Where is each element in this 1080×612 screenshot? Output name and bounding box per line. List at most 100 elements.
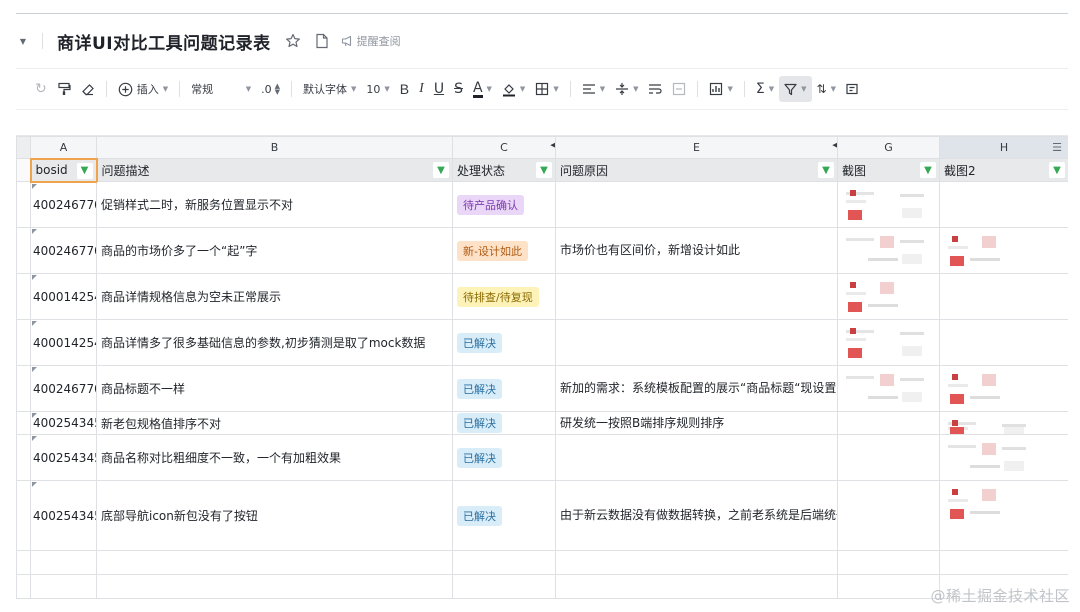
header-cell-status[interactable]: 处理状态 ▼ <box>452 158 556 182</box>
star-icon[interactable] <box>285 33 301 49</box>
collapse-arrow-icon[interactable]: ▼ <box>16 37 30 46</box>
insert-button[interactable]: 插入 ▼ <box>113 76 173 102</box>
empty-cell[interactable] <box>96 574 453 599</box>
screenshot-2-cell[interactable] <box>939 319 1068 366</box>
row-number[interactable] <box>16 411 31 435</box>
header-cell-reason[interactable]: 问题原因 ▼ <box>555 158 838 182</box>
description-cell[interactable]: 商品标题不一样 <box>96 365 453 412</box>
column-menu-icon[interactable]: ☰ <box>1052 141 1062 154</box>
empty-cell[interactable] <box>452 550 556 575</box>
screenshot-thumbnail[interactable] <box>840 322 937 363</box>
status-badge[interactable]: 新-设计如此 <box>457 240 528 261</box>
description-cell[interactable]: 底部导航icon新包没有了按钮 <box>96 480 453 551</box>
empty-cell[interactable] <box>30 574 97 599</box>
reason-cell[interactable] <box>555 273 838 320</box>
redo-button[interactable]: ↻ <box>30 76 52 102</box>
decimal-stepper[interactable]: .0 ▲ ▼ <box>256 76 285 102</box>
empty-cell[interactable] <box>837 550 940 575</box>
screenshot-cell[interactable] <box>837 434 940 481</box>
column-letter-b[interactable]: B <box>96 136 453 159</box>
screenshot-thumbnail[interactable] <box>840 276 937 317</box>
header-cell-screenshot-2[interactable]: 截图2 ▼ <box>939 158 1068 182</box>
status-cell[interactable]: 已解决 <box>452 411 556 435</box>
status-cell[interactable]: 待排查/待复现 <box>452 273 556 320</box>
empty-cell[interactable] <box>96 550 453 575</box>
filter-icon[interactable]: ▼ <box>433 162 449 178</box>
screenshot-thumbnail[interactable] <box>840 368 937 409</box>
status-badge[interactable]: 已解决 <box>457 413 502 433</box>
status-badge[interactable]: 已解决 <box>457 447 502 468</box>
filter-button[interactable]: ▼ <box>779 76 812 102</box>
filter-icon[interactable]: ▼ <box>536 162 552 178</box>
bosid-cell[interactable]: 400246770 <box>30 181 97 228</box>
row-number[interactable] <box>16 158 31 182</box>
screenshot-cell[interactable] <box>837 227 940 274</box>
description-cell[interactable]: 商品名称对比粗细度不一致，一个有加粗效果 <box>96 434 453 481</box>
screenshot-thumbnail[interactable] <box>942 437 1066 478</box>
screenshot-cell[interactable] <box>837 480 940 551</box>
empty-cell[interactable] <box>939 550 1068 575</box>
status-cell[interactable]: 已解决 <box>452 480 556 551</box>
screenshot-2-cell[interactable] <box>939 273 1068 320</box>
reason-cell[interactable] <box>555 319 838 366</box>
empty-cell[interactable] <box>16 574 31 599</box>
select-all-corner[interactable] <box>16 136 31 159</box>
empty-cell[interactable] <box>30 550 97 575</box>
document-info-icon[interactable] <box>315 33 329 49</box>
screenshot-thumbnail[interactable] <box>942 414 1066 434</box>
empty-cell[interactable] <box>16 550 31 575</box>
description-cell[interactable]: 商品详情多了很多基础信息的参数,初步猜测是取了mock数据 <box>96 319 453 366</box>
empty-cell[interactable] <box>452 574 556 599</box>
status-cell[interactable]: 新-设计如此 <box>452 227 556 274</box>
status-cell[interactable]: 已解决 <box>452 434 556 481</box>
formula-button[interactable]: Σ ▼ <box>751 76 779 102</box>
vertical-align-button[interactable]: ▼ <box>610 76 643 102</box>
column-letter-a[interactable]: A <box>30 136 97 159</box>
screenshot-2-cell[interactable] <box>939 434 1068 481</box>
bosid-cell[interactable]: 400254345 <box>30 411 97 435</box>
borders-button[interactable]: ▼ <box>530 76 563 102</box>
underline-button[interactable]: U <box>429 76 449 102</box>
italic-button[interactable]: I <box>414 76 429 102</box>
font-color-button[interactable]: A ▼ <box>468 76 497 102</box>
bosid-cell[interactable]: 400014254 <box>30 319 97 366</box>
wrap-text-button[interactable] <box>643 76 667 102</box>
bold-button[interactable]: B <box>395 76 414 102</box>
hidden-column-marker[interactable]: ◀▶ <box>550 141 554 149</box>
bosid-cell[interactable]: 400246770 <box>30 365 97 412</box>
row-number[interactable] <box>16 434 31 481</box>
empty-cell[interactable] <box>555 550 838 575</box>
chart-button[interactable]: ▼ <box>704 76 737 102</box>
filter-icon[interactable]: ▼ <box>920 162 936 178</box>
screenshot-thumbnail[interactable] <box>840 184 937 225</box>
filter-icon[interactable]: ▼ <box>76 162 93 179</box>
reason-cell[interactable]: 新加的需求：系统模板配置的展示“商品标题“现设置已改成和线上设置一致。 <box>555 365 838 412</box>
status-cell[interactable]: 已解决 <box>452 319 556 366</box>
status-cell[interactable]: 已解决 <box>452 365 556 412</box>
screenshot-2-cell[interactable] <box>939 365 1068 412</box>
screenshot-thumbnail[interactable] <box>942 230 1066 271</box>
fill-color-button[interactable]: ▼ <box>497 76 530 102</box>
reason-cell[interactable] <box>555 434 838 481</box>
reason-cell[interactable] <box>555 181 838 228</box>
row-number[interactable] <box>16 319 31 366</box>
filter-icon[interactable]: ▼ <box>818 162 834 178</box>
screenshot-cell[interactable] <box>837 273 940 320</box>
status-badge[interactable]: 已解决 <box>457 378 502 399</box>
row-number[interactable] <box>16 227 31 274</box>
empty-cell[interactable] <box>837 574 940 599</box>
screenshot-cell[interactable] <box>837 319 940 366</box>
screenshot-thumbnail[interactable] <box>840 230 937 271</box>
bosid-cell[interactable]: 400254345 <box>30 480 97 551</box>
remind-button[interactable]: 提醒查阅 <box>341 33 401 49</box>
status-cell[interactable]: 待产品确认 <box>452 181 556 228</box>
description-cell[interactable]: 商品详情规格信息为空未正常展示 <box>96 273 453 320</box>
row-number[interactable] <box>16 365 31 412</box>
strikethrough-button[interactable]: S <box>449 76 468 102</box>
column-letter-c[interactable]: C ◀▶ <box>452 136 556 159</box>
clear-format-button[interactable] <box>76 76 100 102</box>
reason-cell[interactable]: 市场价也有区间价，新增设计如此 <box>555 227 838 274</box>
font-family-select[interactable]: 默认字体 ▼ <box>298 76 361 102</box>
status-badge[interactable]: 待产品确认 <box>457 194 524 215</box>
screenshot-2-cell[interactable] <box>939 480 1068 551</box>
